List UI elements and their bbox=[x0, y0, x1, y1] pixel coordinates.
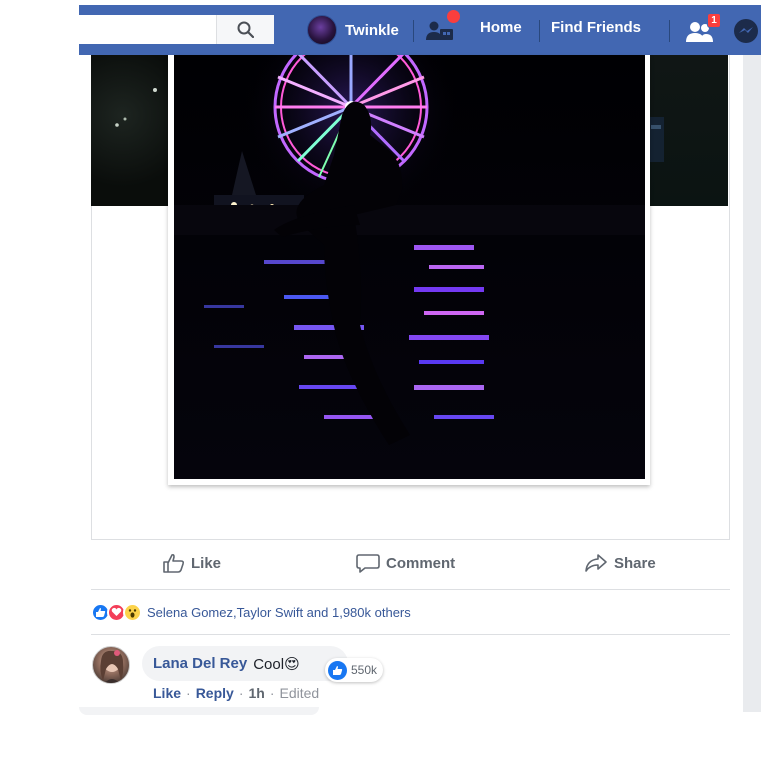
scrollbar-track[interactable] bbox=[743, 55, 761, 712]
reaction-names[interactable]: Selena Gomez,Taylor Swift and 1,980k oth… bbox=[147, 605, 411, 620]
like-button[interactable]: Like bbox=[163, 553, 221, 573]
nav-divider bbox=[539, 20, 540, 42]
next-comment-bubble bbox=[79, 707, 319, 715]
separator-dot: · bbox=[186, 685, 191, 701]
notification-dot bbox=[447, 10, 460, 23]
comment-bubble: Lana Del Rey Cool😍 bbox=[142, 646, 348, 681]
post-actions: Like Comment Share bbox=[91, 541, 730, 588]
comment-meta: Like · Reply · 1h · Edited bbox=[153, 685, 319, 701]
comment-text: Cool😍 bbox=[253, 655, 300, 673]
post-photo[interactable] bbox=[174, 55, 645, 479]
reactions-summary[interactable]: Selena Gomez,Taylor Swift and 1,980k oth… bbox=[91, 601, 411, 623]
share-icon bbox=[585, 554, 607, 572]
top-navigation-bar: Twinkle Home Find Friends 1 bbox=[79, 5, 761, 55]
wow-reaction-icon bbox=[123, 602, 142, 622]
divider bbox=[91, 589, 730, 590]
comment-time[interactable]: 1h bbox=[248, 685, 264, 701]
separator-dot: · bbox=[238, 685, 244, 701]
like-label: Like bbox=[191, 554, 222, 572]
share-label: Share bbox=[614, 554, 656, 572]
comment-icon bbox=[356, 554, 380, 573]
search-button[interactable] bbox=[216, 15, 274, 44]
comment-author[interactable]: Lana Del Rey bbox=[153, 655, 247, 672]
friend-requests-badge: 1 bbox=[707, 13, 721, 28]
messenger-icon[interactable] bbox=[733, 18, 759, 44]
comment-label: Comment bbox=[386, 554, 456, 572]
comment-like-count: 550k bbox=[351, 663, 378, 677]
thumbs-up-icon bbox=[163, 553, 185, 573]
profile-link[interactable]: Twinkle bbox=[307, 15, 399, 45]
commenter-avatar[interactable] bbox=[92, 646, 130, 684]
separator-dot: · bbox=[269, 685, 275, 701]
background-photo-right bbox=[648, 55, 728, 206]
share-button[interactable]: Share bbox=[584, 553, 656, 573]
comment-like-link[interactable]: Like bbox=[153, 685, 181, 701]
search-field[interactable] bbox=[79, 15, 274, 44]
search-icon bbox=[237, 21, 254, 38]
comment-edited-label[interactable]: Edited bbox=[280, 685, 320, 701]
divider bbox=[91, 634, 730, 635]
nav-divider bbox=[413, 20, 414, 42]
comment-button[interactable]: Comment bbox=[356, 553, 455, 573]
comment-reply-link[interactable]: Reply bbox=[196, 685, 234, 701]
comment-likes[interactable]: 550k bbox=[325, 658, 384, 682]
search-input[interactable] bbox=[87, 19, 211, 40]
profile-name: Twinkle bbox=[345, 21, 399, 39]
nav-home[interactable]: Home bbox=[480, 19, 522, 36]
nav-divider bbox=[669, 20, 670, 42]
avatar bbox=[307, 15, 337, 45]
background-photo-left bbox=[91, 55, 169, 206]
like-reaction-icon bbox=[328, 660, 347, 680]
nav-find-friends[interactable]: Find Friends bbox=[551, 19, 641, 36]
